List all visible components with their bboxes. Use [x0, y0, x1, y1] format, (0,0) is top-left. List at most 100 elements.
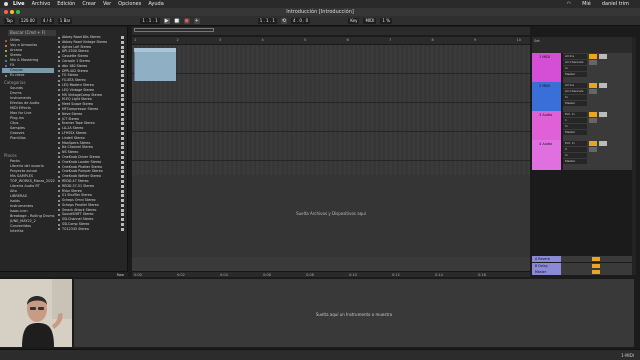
time-ruler[interactable]: 0:00 0:02 0:04 0:06 0:08 0:10 0:12 0:14 0:16: [132, 271, 530, 277]
hotswap-icon[interactable]: [121, 112, 124, 116]
input-type-select[interactable]: Ext. In: [563, 141, 587, 146]
track-title-bar[interactable]: 1 MIDI: [532, 53, 561, 83]
track-lane[interactable]: [132, 132, 530, 161]
input-channel-select[interactable]: All Channels: [563, 89, 587, 94]
hotswap-icon[interactable]: [121, 50, 124, 54]
arm-button[interactable]: [589, 147, 597, 152]
hotswap-icon[interactable]: [121, 141, 124, 145]
loop-icon[interactable]: ⟲: [280, 17, 287, 24]
hotswap-icon[interactable]: [121, 117, 124, 121]
hotswap-icon[interactable]: [121, 155, 124, 159]
input-channel-select[interactable]: 1: [563, 118, 587, 123]
hotswap-icon[interactable]: [121, 36, 124, 39]
hotswap-icon[interactable]: [121, 127, 124, 131]
hotswap-icon[interactable]: [121, 203, 124, 207]
minimize-window-icon[interactable]: [10, 10, 14, 14]
arm-button[interactable]: [589, 89, 597, 94]
hotswap-icon[interactable]: [121, 208, 124, 212]
hotswap-icon[interactable]: [121, 74, 124, 78]
loop-length-field[interactable]: 4 . 0 . 0: [290, 17, 311, 24]
zoom-window-icon[interactable]: [16, 10, 20, 14]
hotswap-icon[interactable]: [121, 55, 124, 59]
browser-file-item[interactable]: TG12345 Stereo: [57, 227, 125, 232]
hotswap-icon[interactable]: [121, 45, 124, 49]
meter-field[interactable]: 4 / 4: [40, 17, 54, 24]
menu-opciones[interactable]: Opciones: [118, 1, 141, 7]
tap-button[interactable]: Tap: [4, 17, 15, 24]
close-window-icon[interactable]: [4, 10, 8, 14]
output-select[interactable]: Master: [563, 72, 587, 77]
monitor-select[interactable]: In: [563, 95, 587, 100]
hotswap-icon[interactable]: [121, 227, 124, 231]
arrangement-overview[interactable]: [132, 27, 530, 35]
hotswap-icon[interactable]: [121, 170, 124, 174]
quantize-select[interactable]: 1 Bar: [57, 17, 73, 24]
hotswap-icon[interactable]: [121, 93, 124, 97]
return-track[interactable]: B Delay: [532, 262, 632, 269]
return-track[interactable]: A Reverb: [532, 256, 632, 262]
midi-clip[interactable]: [134, 52, 176, 81]
monitor-select[interactable]: In: [563, 66, 587, 71]
browser-search-input[interactable]: Buscar (Cmd + F): [8, 30, 56, 36]
hotswap-icon[interactable]: [121, 103, 124, 107]
hotswap-icon[interactable]: [121, 59, 124, 63]
arm-button[interactable]: [589, 60, 597, 65]
beat-ruler[interactable]: 1 2 3 4 5 6 7 8 9 10: [132, 37, 530, 45]
menu-ayuda[interactable]: Ayuda: [148, 1, 163, 7]
track-title-bar[interactable]: 2 MIDI: [532, 82, 561, 112]
loop-start-field[interactable]: 1 . 1 . 1: [257, 17, 277, 24]
input-type-select[interactable]: All Ins: [563, 83, 587, 88]
track-lane[interactable]: [132, 45, 530, 74]
return-activator-button[interactable]: [592, 270, 600, 274]
hotswap-icon[interactable]: [121, 184, 124, 188]
input-type-select[interactable]: All Ins: [563, 54, 587, 59]
overview-window[interactable]: [134, 28, 214, 32]
output-select[interactable]: Master: [563, 101, 587, 106]
overdub-icon[interactable]: +: [193, 17, 200, 24]
collection-item[interactable]: Es clave: [2, 73, 54, 78]
user-name[interactable]: daniel trim: [602, 1, 629, 7]
hotswap-icon[interactable]: [121, 107, 124, 111]
hotswap-icon[interactable]: [121, 165, 124, 169]
track-lanes[interactable]: [132, 45, 530, 175]
hotswap-icon[interactable]: [121, 146, 124, 150]
hotswap-icon[interactable]: [121, 199, 124, 203]
key-map-button[interactable]: Key: [348, 17, 360, 24]
hotswap-icon[interactable]: [121, 69, 124, 73]
arrangement-drop-zone[interactable]: Suelta Archivos y Dispositivos aquí: [132, 175, 530, 257]
hotswap-icon[interactable]: [121, 218, 124, 222]
hotswap-icon[interactable]: [121, 131, 124, 135]
hotswap-icon[interactable]: [121, 83, 124, 87]
hotswap-icon[interactable]: [121, 88, 124, 92]
return-track[interactable]: Master: [532, 269, 632, 275]
hotswap-icon[interactable]: [121, 40, 124, 44]
track-activator-button[interactable]: [589, 54, 597, 59]
input-type-select[interactable]: Ext. In: [563, 112, 587, 117]
arm-button[interactable]: [589, 118, 597, 123]
monitor-select[interactable]: In: [563, 124, 587, 129]
tempo-field[interactable]: 120.00: [18, 17, 37, 24]
device-detail-view[interactable]: Suelta aquí un Instrumento o muestra: [74, 279, 634, 347]
set-label[interactable]: Set: [534, 39, 540, 43]
solo-button[interactable]: [599, 54, 607, 59]
play-icon[interactable]: ▶: [163, 17, 170, 24]
hotswap-icon[interactable]: [121, 98, 124, 102]
stop-icon[interactable]: ■: [173, 17, 180, 24]
wifi-icon[interactable]: ◠: [567, 1, 571, 7]
menu-archivo[interactable]: Archivo: [32, 1, 51, 7]
input-channel-select[interactable]: All Channels: [563, 60, 587, 65]
monitor-select[interactable]: In: [563, 153, 587, 158]
track-lane[interactable]: [132, 74, 530, 103]
hotswap-icon[interactable]: [121, 175, 124, 179]
vertical-scrollbar[interactable]: [632, 37, 636, 275]
return-activator-button[interactable]: [592, 263, 600, 268]
position-field[interactable]: 1 . 1 . 1: [140, 17, 160, 24]
hotswap-icon[interactable]: [121, 194, 124, 198]
menu-app[interactable]: Live: [13, 1, 25, 7]
track-title-bar[interactable]: 4 Audio: [532, 140, 561, 170]
hotswap-icon[interactable]: [121, 151, 124, 155]
hotswap-icon[interactable]: [121, 223, 124, 227]
input-channel-select[interactable]: 2: [563, 147, 587, 152]
record-icon[interactable]: ●: [183, 17, 190, 24]
hotswap-icon[interactable]: [121, 160, 124, 164]
